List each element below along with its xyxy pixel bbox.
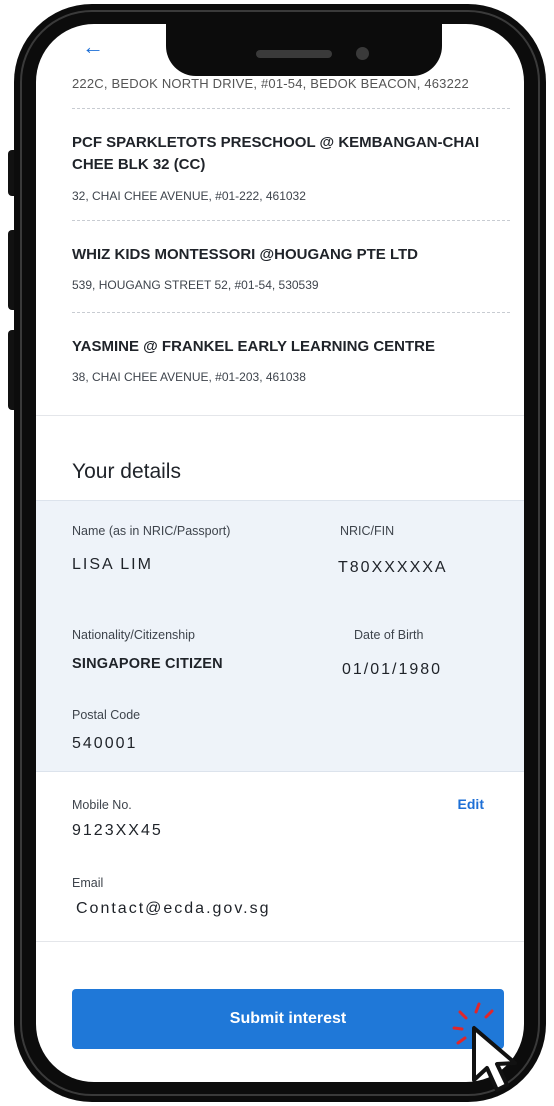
cursor-click-indicator [452,1002,542,1098]
submit-interest-button[interactable]: Submit interest [72,989,504,1049]
email-value: Contact@ecda.gov.sg [76,900,271,917]
list-divider [72,220,510,221]
centre-name: PCF SPARKLETOTS PRESCHOOL @ KEMBANGAN-CH… [72,134,480,173]
dob-label: Date of Birth [354,628,424,642]
dob-value: 01/01/1980 [342,661,443,678]
phone-screen: ← 222C, BEDOK NORTH DRIVE, #01-54, BEDOK… [36,24,524,1082]
centre-address: 32, CHAI CHEE AVENUE, #01-222, 461032 [72,189,306,203]
postal-code-label: Postal Code [72,708,141,722]
centre-address: 539, HOUGANG STREET 52, #01-54, 530539 [72,278,319,292]
centre-name: YASMINE @ FRANKEL EARLY LEARNING CENTRE [72,338,436,355]
stage: ← 222C, BEDOK NORTH DRIVE, #01-54, BEDOK… [0,0,554,1106]
mobile-value: 9123XX45 [72,822,163,839]
nationality-label: Nationality/Citizenship [72,628,195,642]
centre-address-partial: 222C, BEDOK NORTH DRIVE, #01-54, BEDOK B… [72,76,469,91]
front-camera [356,47,369,60]
nric-value: T80XXXXXA [338,559,448,576]
section-title: Your details [72,460,181,483]
name-value: LISA LIM [72,556,153,573]
phone-notch [166,24,442,76]
section-divider [36,941,524,942]
edit-mobile-link[interactable]: Edit [458,796,484,812]
postal-code-value: 540001 [72,735,138,752]
pointer-cursor-icon [452,1002,517,1092]
phone-frame: ← 222C, BEDOK NORTH DRIVE, #01-54, BEDOK… [14,4,546,1102]
list-divider [72,108,510,109]
centre-name: WHIZ KIDS MONTESSORI @HOUGANG PTE LTD [72,246,419,263]
nric-label: NRIC/FIN [340,524,395,538]
section-divider [36,415,524,416]
centre-address: 38, CHAI CHEE AVENUE, #01-203, 461038 [72,370,306,384]
speaker-grille [256,50,332,58]
list-divider [72,312,510,313]
back-arrow-icon[interactable]: ← [82,36,104,58]
name-label: Name (as in NRIC/Passport) [72,524,231,538]
nationality-value: SINGAPORE CITIZEN [72,656,223,672]
email-label: Email [72,876,104,890]
mobile-label: Mobile No. [72,798,132,812]
